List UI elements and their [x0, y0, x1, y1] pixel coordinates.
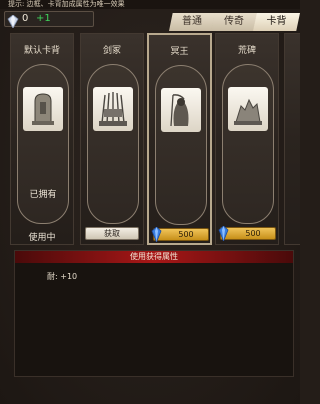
hint-bar: 提示: 边框、卡背加成属性为唯一效果	[0, 0, 300, 9]
price-label: 500	[178, 230, 194, 239]
get-button[interactable]: 获取	[85, 227, 139, 240]
price-label: 500	[245, 229, 261, 238]
ruined-altar-icon	[228, 87, 268, 131]
tab-card-back[interactable]: 卡背	[253, 13, 300, 31]
attribute-panel: 使用获得属性 耐: +10	[14, 250, 294, 377]
gem-icon	[218, 225, 229, 244]
card-default[interactable]: 默认卡背 已拥有 使用中	[10, 33, 74, 245]
card-partial[interactable]	[284, 33, 300, 245]
in-use-label: 使用中	[28, 233, 56, 243]
attribute-line: 耐: +10	[47, 272, 78, 281]
card-back-frame	[155, 65, 207, 225]
card-name: 冥王	[170, 47, 189, 57]
currency-amount: 0	[22, 13, 29, 24]
tab-legendary[interactable]: 传奇	[211, 13, 257, 31]
owned-label: 已拥有	[29, 190, 57, 200]
gem-icon	[7, 13, 19, 32]
price-button[interactable]: 500	[151, 226, 209, 244]
card-sword-tomb[interactable]: 剑冢 获取	[80, 33, 144, 245]
tab-normal[interactable]: 普通	[169, 13, 215, 31]
currency-display: 0 +1	[4, 11, 94, 29]
tombstone-icon	[23, 87, 63, 131]
reaper-icon	[161, 88, 201, 132]
price-button[interactable]: 500	[218, 225, 276, 243]
gem-icon	[151, 226, 162, 245]
card-back-frame	[87, 64, 139, 224]
card-list: 默认卡背 已拥有 使用中 剑冢 获取 冥王 500 荒碑 500	[8, 33, 300, 248]
card-desolate-stele[interactable]: 荒碑 500	[215, 33, 279, 245]
currency-delta: +1	[36, 13, 51, 24]
card-name: 剑冢	[102, 46, 121, 56]
card-name: 荒碑	[237, 46, 256, 56]
card-hades[interactable]: 冥王 500	[147, 33, 212, 245]
card-name: 默认卡背	[23, 46, 60, 56]
card-back-frame	[222, 64, 274, 224]
attribute-header: 使用获得属性	[15, 251, 293, 263]
card-back-screen: { "hint": "提示: 边框、卡背加成属性为唯一效果", "currenc…	[0, 0, 300, 404]
sword-throne-icon	[93, 87, 133, 131]
card-back-frame: 已拥有	[17, 64, 69, 224]
